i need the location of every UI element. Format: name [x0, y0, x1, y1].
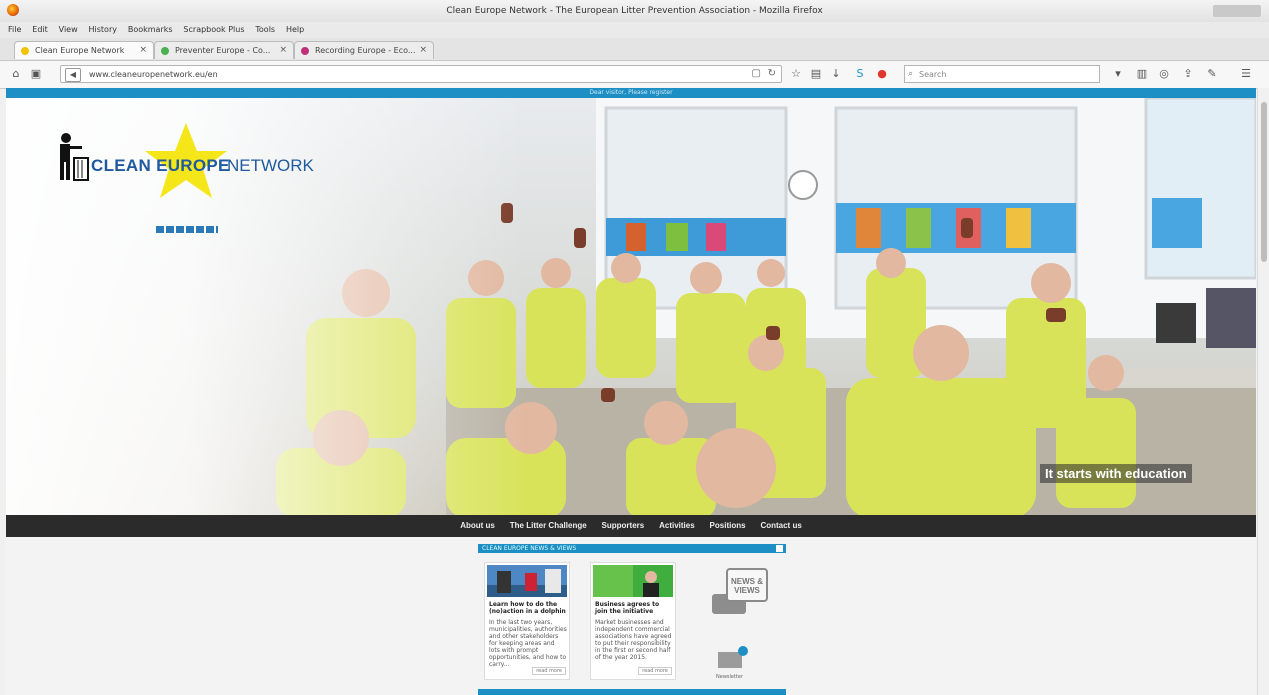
addon-record-icon[interactable]: ● [874, 66, 890, 82]
window-controls[interactable] [1213, 5, 1261, 17]
reader-view-icon[interactable]: ▢ [752, 68, 761, 79]
star-icon[interactable]: ☆ [788, 66, 804, 82]
news-thumbnail [487, 565, 567, 597]
news-card[interactable]: Learn how to do the (no)action in a dolp… [484, 562, 570, 680]
download-icon[interactable]: ↓ [828, 66, 844, 82]
news-and-views-section: CLEAN EUROPE NEWS & VIEWS Learn how to d… [478, 544, 786, 694]
tab-strip: Clean Europe Network × Preventer Europe … [0, 38, 1269, 94]
news-card-text: Market businesses and independent commer… [595, 619, 672, 661]
read-more-button[interactable]: read more [532, 667, 566, 675]
close-tab-icon[interactable]: × [139, 45, 147, 55]
news-views-graphic[interactable]: NEWS & VIEWS [712, 566, 772, 656]
read-more-button[interactable]: read more [638, 667, 672, 675]
main-navigation: About us The Litter Challenge Supporters… [6, 515, 1256, 537]
menu-history[interactable]: History [89, 25, 117, 34]
newsletter-mail-icon[interactable] [718, 646, 748, 668]
window-titlebar: Clean Europe Network - The European Litt… [0, 0, 1269, 22]
news-card-title[interactable]: Learn how to do the (no)action in a dolp… [489, 601, 567, 615]
tab-favicon-icon [21, 47, 29, 55]
logo-text-network: NETWORK [227, 156, 314, 175]
menu-bar: File Edit View History Bookmarks Scrapbo… [0, 22, 1269, 38]
language-selector[interactable] [156, 226, 218, 233]
tab-favicon-icon [161, 47, 169, 55]
tab-preventer-europe[interactable]: Preventer Europe - Co... × [154, 41, 294, 59]
clean-europe-logo[interactable]: CLEAN EUROPE NETWORK [46, 118, 346, 203]
menu-bookmarks[interactable]: Bookmarks [128, 25, 173, 34]
tab-clean-europe[interactable]: Clean Europe Network × [14, 41, 154, 59]
nav-contact-us[interactable]: Contact us [760, 515, 801, 537]
close-tab-icon[interactable]: × [279, 45, 287, 55]
window-title: Clean Europe Network - The European Litt… [446, 6, 823, 16]
close-tab-icon[interactable]: × [419, 45, 427, 55]
tab-favicon-icon [301, 47, 309, 55]
hamburger-menu-icon[interactable]: ☰ [1238, 66, 1254, 82]
nav-activities[interactable]: Activities [659, 515, 695, 537]
tab-label: Recording Europe - Eco... [315, 46, 416, 55]
news-section-header: CLEAN EUROPE NEWS & VIEWS [478, 544, 786, 553]
url-text[interactable]: www.cleaneuropenetwork.eu/en [89, 70, 218, 79]
top-notice-strip[interactable]: Dear visitor, Please register [6, 88, 1256, 98]
share-icon[interactable]: ⇪ [1180, 66, 1196, 82]
search-placeholder: Search [919, 70, 947, 79]
url-bar[interactable]: ◀ www.cleaneuropenetwork.eu/en ▢ ↻ [60, 65, 782, 83]
navigation-toolbar: ⌂ ▣ ◀ www.cleaneuropenetwork.eu/en ▢ ↻ ☆… [0, 61, 1269, 89]
next-section-header [478, 689, 786, 695]
news-card-text: In the last two years, municipalities, a… [489, 619, 567, 668]
tab-label: Preventer Europe - Co... [175, 46, 271, 55]
reload-icon[interactable]: ↻ [768, 68, 776, 79]
logo-text-clean-europe: CLEAN EUROPE [91, 156, 230, 175]
menu-help[interactable]: Help [286, 25, 304, 34]
menu-edit[interactable]: Edit [32, 25, 48, 34]
menu-view[interactable]: View [59, 25, 78, 34]
news-header-label: CLEAN EUROPE NEWS & VIEWS [482, 545, 577, 552]
menu-scrapbook[interactable]: Scrapbook Plus [183, 25, 244, 34]
tab-label: Clean Europe Network [35, 46, 125, 55]
tool-icon[interactable]: ✎ [1204, 66, 1220, 82]
vertical-scrollbar[interactable] [1257, 88, 1269, 695]
search-bar[interactable]: ⌕ Search [904, 65, 1100, 83]
news-card-title[interactable]: Business agrees to join the initiative [595, 601, 673, 615]
site-info-icon[interactable]: ◀ [65, 68, 81, 82]
hero-banner: CLEAN EUROPE NETWORK It starts with educ… [6, 98, 1256, 515]
addon-s-icon[interactable]: S [852, 66, 868, 82]
clipboard-icon[interactable]: ▤ [808, 66, 824, 82]
nav-positions[interactable]: Positions [710, 515, 746, 537]
notification-dot-icon [738, 646, 748, 656]
search-icon: ⌕ [908, 69, 914, 79]
scrollbar-thumb[interactable] [1261, 102, 1267, 262]
news-views-bubble: NEWS & VIEWS [726, 568, 768, 602]
news-thumbnail [593, 565, 673, 597]
library-icon[interactable]: ▥ [1134, 66, 1150, 82]
news-card[interactable]: Business agrees to join the initiative M… [590, 562, 676, 680]
webpage-viewport: Dear visitor, Please register CLEAN EURO… [6, 88, 1256, 695]
newsletter-label[interactable]: Newsletter [716, 674, 743, 680]
menu-tools[interactable]: Tools [255, 25, 275, 34]
nav-litter-challenge[interactable]: The Litter Challenge [510, 515, 587, 537]
expand-icon[interactable] [776, 545, 783, 552]
hero-tagline: It starts with education [1040, 464, 1192, 483]
home-icon[interactable]: ⌂ [8, 66, 24, 82]
nav-supporters[interactable]: Supporters [602, 515, 645, 537]
nav-about-us[interactable]: About us [460, 515, 495, 537]
sync-icon[interactable]: ◎ [1156, 66, 1172, 82]
menu-file[interactable]: File [8, 25, 21, 34]
tab-recording-europe[interactable]: Recording Europe - Eco... × [294, 41, 434, 59]
bookmark-icon[interactable]: ▣ [28, 66, 44, 82]
addon-menu-icon[interactable]: ▾ [1110, 66, 1126, 82]
